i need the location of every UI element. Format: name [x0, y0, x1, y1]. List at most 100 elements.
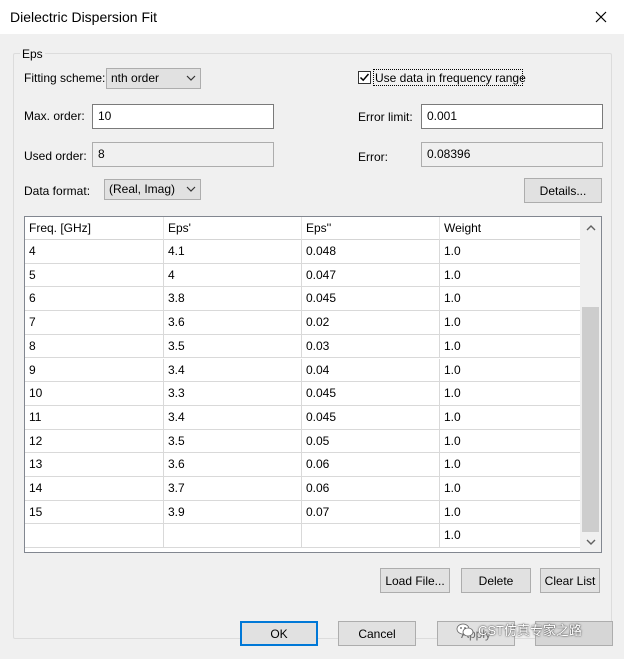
freq-cell[interactable]: 14 — [25, 477, 164, 501]
fitting-scheme-dropdown[interactable]: nth order — [106, 68, 201, 89]
weight-cell[interactable]: 1.0 — [440, 524, 581, 549]
clear-list-button[interactable]: Clear List — [540, 568, 600, 593]
freq-cell[interactable]: 9 — [25, 358, 164, 383]
eps-imag-cell[interactable]: 0.06 — [302, 453, 440, 477]
column-header-eps-imag[interactable]: Eps'' — [302, 217, 440, 240]
watermark-text: CST仿真专家之路 — [478, 623, 583, 638]
ok-button[interactable]: OK — [240, 621, 318, 646]
eps-real-cell[interactable]: 3.5 — [164, 334, 302, 359]
details-button[interactable]: Details... — [524, 178, 602, 203]
freq-cell[interactable]: 10 — [25, 382, 164, 406]
freq-cell[interactable]: 4 — [25, 240, 164, 264]
eps-real-cell[interactable]: 3.6 — [164, 453, 302, 477]
table-row[interactable]: 1.0 — [25, 524, 581, 549]
use-data-range-checkbox[interactable] — [358, 71, 371, 84]
checkmark-icon — [359, 73, 370, 82]
weight-cell[interactable]: 1.0 — [440, 453, 581, 477]
max-order-value: 10 — [98, 109, 112, 123]
table-row[interactable]: 7 3.6 0.02 1.0 — [25, 311, 581, 335]
eps-real-cell[interactable]: 3.6 — [164, 311, 302, 335]
eps-imag-cell[interactable]: 0.05 — [302, 429, 440, 454]
eps-real-cell[interactable]: 3.3 — [164, 382, 302, 406]
freq-cell[interactable]: 13 — [25, 453, 164, 477]
weight-cell[interactable]: 1.0 — [440, 429, 581, 454]
used-order-field: 8 — [92, 142, 274, 167]
table-row[interactable]: 5 4 0.047 1.0 — [25, 263, 581, 288]
weight-cell[interactable]: 1.0 — [440, 334, 581, 359]
freq-cell[interactable]: 8 — [25, 334, 164, 359]
wechat-icon — [456, 623, 474, 636]
table-scrollbar[interactable] — [580, 217, 601, 552]
close-icon — [595, 11, 607, 23]
eps-real-cell[interactable] — [164, 524, 302, 549]
data-format-dropdown[interactable]: (Real, Imag) — [104, 179, 201, 200]
error-value: 0.08396 — [427, 147, 471, 161]
scroll-thumb[interactable] — [582, 307, 599, 532]
weight-cell[interactable]: 1.0 — [440, 405, 581, 430]
table-row[interactable]: 4 4.1 0.048 1.0 — [25, 240, 581, 264]
eps-imag-cell[interactable]: 0.02 — [302, 311, 440, 335]
table-row[interactable]: 10 3.3 0.045 1.0 — [25, 382, 581, 406]
column-header-freq[interactable]: Freq. [GHz] — [25, 217, 164, 240]
error-limit-value: 0.001 — [427, 109, 458, 123]
load-file-button[interactable]: Load File... — [380, 568, 450, 593]
table-row[interactable]: 11 3.4 0.045 1.0 — [25, 405, 581, 430]
chevron-down-icon — [186, 75, 196, 81]
eps-real-cell[interactable]: 4.1 — [164, 240, 302, 264]
freq-cell[interactable]: 11 — [25, 405, 164, 430]
weight-cell[interactable]: 1.0 — [440, 263, 581, 288]
eps-real-cell[interactable]: 3.4 — [164, 358, 302, 383]
close-button[interactable] — [578, 0, 624, 34]
eps-real-cell[interactable]: 3.4 — [164, 405, 302, 430]
max-order-input[interactable]: 10 — [92, 104, 274, 129]
eps-imag-cell[interactable] — [302, 524, 440, 549]
eps-imag-cell[interactable]: 0.048 — [302, 240, 440, 264]
table-row[interactable]: 13 3.6 0.06 1.0 — [25, 453, 581, 477]
eps-imag-cell[interactable]: 0.03 — [302, 334, 440, 359]
eps-imag-cell[interactable]: 0.07 — [302, 500, 440, 525]
scroll-up-button[interactable] — [580, 217, 601, 238]
freq-cell[interactable]: 15 — [25, 500, 164, 525]
freq-cell[interactable] — [25, 524, 164, 549]
freq-cell[interactable]: 12 — [25, 429, 164, 454]
weight-cell[interactable]: 1.0 — [440, 287, 581, 312]
weight-cell[interactable]: 1.0 — [440, 358, 581, 383]
eps-imag-cell[interactable]: 0.06 — [302, 477, 440, 501]
freq-cell[interactable]: 5 — [25, 263, 164, 288]
eps-imag-cell[interactable]: 0.045 — [302, 287, 440, 312]
freq-cell[interactable]: 7 — [25, 311, 164, 335]
column-header-weight[interactable]: Weight — [440, 217, 581, 240]
eps-real-cell[interactable]: 3.7 — [164, 477, 302, 501]
table-row[interactable]: 6 3.8 0.045 1.0 — [25, 287, 581, 312]
table-header: Freq. [GHz] Eps' Eps'' Weight — [25, 217, 581, 240]
error-limit-label: Error limit: — [358, 110, 413, 124]
eps-imag-cell[interactable]: 0.045 — [302, 405, 440, 430]
used-order-value: 8 — [98, 147, 105, 161]
delete-button[interactable]: Delete — [461, 568, 531, 593]
watermark: CST仿真专家之路 — [456, 620, 582, 639]
weight-cell[interactable]: 1.0 — [440, 500, 581, 525]
table-row[interactable]: 8 3.5 0.03 1.0 — [25, 334, 581, 359]
weight-cell[interactable]: 1.0 — [440, 382, 581, 406]
eps-real-cell[interactable]: 3.5 — [164, 429, 302, 454]
eps-real-cell[interactable]: 4 — [164, 263, 302, 288]
error-limit-input[interactable]: 0.001 — [421, 104, 603, 129]
table-row[interactable]: 14 3.7 0.06 1.0 — [25, 477, 581, 501]
use-data-range-label[interactable]: Use data in frequency range — [375, 71, 526, 85]
weight-cell[interactable]: 1.0 — [440, 311, 581, 335]
cancel-button[interactable]: Cancel — [338, 621, 416, 646]
freq-cell[interactable]: 6 — [25, 287, 164, 312]
weight-cell[interactable]: 1.0 — [440, 477, 581, 501]
scroll-down-button[interactable] — [580, 531, 601, 552]
eps-imag-cell[interactable]: 0.04 — [302, 358, 440, 383]
eps-real-cell[interactable]: 3.9 — [164, 500, 302, 525]
eps-real-cell[interactable]: 3.8 — [164, 287, 302, 312]
table-row[interactable]: 15 3.9 0.07 1.0 — [25, 500, 581, 525]
column-header-eps-real[interactable]: Eps' — [164, 217, 302, 240]
eps-imag-cell[interactable]: 0.047 — [302, 263, 440, 288]
table-row[interactable]: 12 3.5 0.05 1.0 — [25, 429, 581, 454]
weight-cell[interactable]: 1.0 — [440, 240, 581, 264]
table-row[interactable]: 9 3.4 0.04 1.0 — [25, 358, 581, 383]
data-table[interactable]: Freq. [GHz] Eps' Eps'' Weight 4 4.1 0.048 1… — [24, 216, 602, 553]
eps-imag-cell[interactable]: 0.045 — [302, 382, 440, 406]
